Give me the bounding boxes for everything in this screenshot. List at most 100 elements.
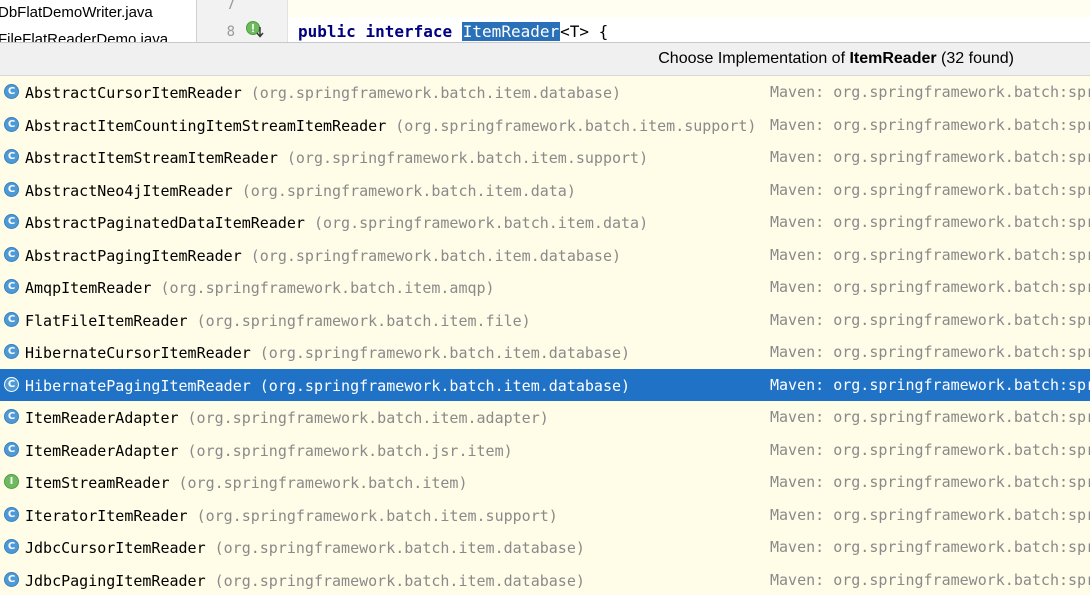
class-icon: C (4, 246, 19, 262)
class-name: ItemReaderAdapter (25, 409, 179, 427)
library-location: Maven: org.springframework.batch:spr (770, 115, 1090, 134)
code-editor[interactable]: public interface ItemReader<T> { (288, 0, 1090, 48)
class-name-cell: AmqpItemReader (org.springframework.batch… (25, 279, 495, 297)
popup-title: Choose Implementation of ItemReader (32 … (658, 50, 1014, 67)
package-name: (org.springframework.batch.item.database… (259, 344, 631, 362)
class-name-cell: ItemStreamReader (org.springframework.bat… (25, 474, 467, 492)
class-icon: C (4, 214, 19, 229)
class-name-cell: AbstractPaginatedDataItemReader (org.spri… (25, 214, 648, 232)
class-name: AbstractItemStreamItemReader (25, 149, 278, 167)
choose-implementation-popup[interactable]: Choose Implementation of ItemReader (32 … (0, 42, 1090, 595)
class-icon: C (4, 506, 19, 522)
interface-icon: I (4, 474, 19, 489)
list-item[interactable]: C ItemReaderAdapter (org.springframework.b… (0, 434, 1090, 467)
class-name: AmqpItemReader (25, 279, 152, 297)
class-name: AbstractNeo4jItemReader (25, 181, 233, 200)
package-name: (org.springframework.batch.item.amqp) (160, 279, 495, 297)
list-item[interactable]: C AbstractItemStreamItemReader (org.spring… (0, 141, 1090, 174)
class-name-cell: JdbcCursorItemReader (org.springframework… (25, 539, 585, 557)
class-name-cell: HibernatePagingItemReader (org.springfram… (25, 377, 630, 395)
library-location: Maven: org.springframework.batch:spr (770, 278, 1090, 296)
class-name: FlatFileItemReader (25, 311, 188, 330)
class-name: AbstractPaginatedDataItemReader (25, 214, 305, 232)
package-name: (org.springframework.batch.item.database… (259, 376, 631, 395)
list-item[interactable]: C HibernateCursorItemReader (org.springfra… (0, 336, 1090, 369)
class-icon: C (4, 149, 19, 164)
list-item[interactable]: C AbstractNeo4jItemReader (org.springframe… (0, 174, 1090, 207)
class-name: ItemStreamReader (25, 474, 170, 492)
library-location: Maven: org.springframework.batch:spr (770, 473, 1090, 491)
class-name-cell: AbstractCursorItemReader (org.springframe… (25, 84, 621, 102)
class-name: IteratorItemReader (25, 506, 188, 525)
package-name: (org.springframework.batch.item.database… (214, 571, 585, 590)
class-icon: C (4, 84, 19, 99)
class-icon: C (4, 376, 19, 392)
list-item[interactable]: C AbstractCursorItemReader (org.springfram… (0, 76, 1090, 109)
list-item[interactable]: C AmqpItemReader (org.springframework.batc… (0, 271, 1090, 304)
library-location: Maven: org.springframework.batch:spr (770, 180, 1090, 199)
class-name-cell: AbstractNeo4jItemReader (org.springframew… (25, 182, 576, 200)
package-name: (org.springframework.batch.item.support) (196, 506, 558, 525)
package-name: (org.springframework.batch.item.support) (395, 116, 757, 135)
class-icon: C (4, 279, 19, 294)
class-icon: C (4, 181, 19, 197)
class-icon: C (4, 116, 19, 132)
editor-gutter: 7 8 (197, 0, 288, 48)
list-item[interactable]: C FlatFileItemReader (org.springframework.… (0, 304, 1090, 337)
popup-header: Choose Implementation of ItemReader (32 … (0, 43, 1090, 76)
class-name: AbstractItemCountingItemStreamItemReader (25, 116, 387, 135)
package-name: (org.springframework.batch.item.database… (214, 539, 585, 557)
package-name: (org.springframework.batch.item.support) (286, 149, 649, 167)
package-name: (org.springframework.batch.jsr.item) (187, 441, 513, 460)
class-icon: C (4, 311, 19, 327)
library-location: Maven: org.springframework.batch:spr (770, 538, 1090, 556)
class-icon: C (4, 571, 19, 587)
class-name-cell: HibernateCursorItemReader (org.springfram… (25, 344, 630, 362)
list-item[interactable]: C AbstractItemCountingItemStreamItemReade… (0, 109, 1090, 142)
library-location: Maven: org.springframework.batch:spr (770, 148, 1090, 166)
class-name-cell: AbstractItemStreamItemReader (org.springf… (25, 149, 648, 167)
class-name-cell: IteratorItemReader (org.springframework.b… (25, 507, 558, 525)
class-name: HibernatePagingItemReader (25, 376, 251, 395)
package-name: (org.springframework.batch.item.database… (250, 246, 622, 265)
list-item[interactable]: C AbstractPagingItemReader (org.springfram… (0, 239, 1090, 272)
keyword-public: public (298, 22, 356, 41)
library-location: Maven: org.springframework.batch:spr (770, 245, 1090, 264)
package-name: (org.springframework.batch.item.database… (250, 84, 622, 102)
code-line: public interface ItemReader<T> { (298, 22, 608, 41)
package-name: (org.springframework.batch.item) (178, 474, 468, 492)
library-location: Maven: org.springframework.batch:spr (770, 440, 1090, 459)
class-name: AbstractCursorItemReader (25, 84, 242, 102)
class-name-cell: ItemReaderAdapter (org.springframework.ba… (25, 409, 549, 427)
list-item[interactable]: I ItemStreamReader (org.springframework.ba… (0, 466, 1090, 499)
selected-identifier[interactable]: ItemReader (461, 22, 561, 41)
library-location: Maven: org.springframework.batch:spr (770, 408, 1090, 426)
library-location: Maven: org.springframework.batch:spr (770, 83, 1090, 101)
library-location: Maven: org.springframework.batch:spr (770, 310, 1090, 329)
package-name: (org.springframework.batch.item.data) (313, 214, 649, 232)
class-name-cell: FlatFileItemReader (org.springframework.b… (25, 312, 531, 330)
line-number: 7 (226, 0, 235, 13)
list-item[interactable]: C IteratorItemReader (org.springframework.… (0, 499, 1090, 532)
popup-title-interface: ItemReader (849, 50, 937, 67)
class-name-cell: AbstractPagingItemReader (org.springframe… (25, 247, 621, 265)
library-location: Maven: org.springframework.batch:spr (770, 570, 1090, 589)
generic-and-brace: <T> { (560, 22, 609, 41)
class-name: HibernateCursorItemReader (25, 344, 251, 362)
list-item-selected[interactable]: C HibernatePagingItemReader (org.springfra… (0, 368, 1090, 401)
list-item[interactable]: C JdbcPagingItemReader (org.springframewor… (0, 564, 1090, 595)
list-item[interactable]: C ItemReaderAdapter (org.springframework.b… (0, 401, 1090, 434)
line-number: 8 (226, 24, 235, 40)
implementation-list: C AbstractCursorItemReader (org.springfram… (0, 76, 1090, 595)
list-item[interactable]: C JdbcCursorItemReader (org.springframewor… (0, 531, 1090, 564)
class-icon: C (4, 441, 19, 457)
class-name-cell: ItemReaderAdapter (org.springframework.ba… (25, 442, 513, 460)
implemented-marker-icon[interactable] (245, 20, 265, 40)
class-name-cell: AbstractItemCountingItemStreamItemReader… (25, 117, 756, 135)
class-name: ItemReaderAdapter (25, 441, 179, 460)
library-location: Maven: org.springframework.batch:spr (770, 343, 1090, 361)
list-item[interactable]: C AbstractPaginatedDataItemReader (org.spr… (0, 206, 1090, 239)
project-file-item[interactable]: DbFlatDemoWriter.java (0, 4, 153, 21)
class-icon: C (4, 344, 19, 359)
library-location: Maven: org.springframework.batch:spr (770, 375, 1090, 394)
